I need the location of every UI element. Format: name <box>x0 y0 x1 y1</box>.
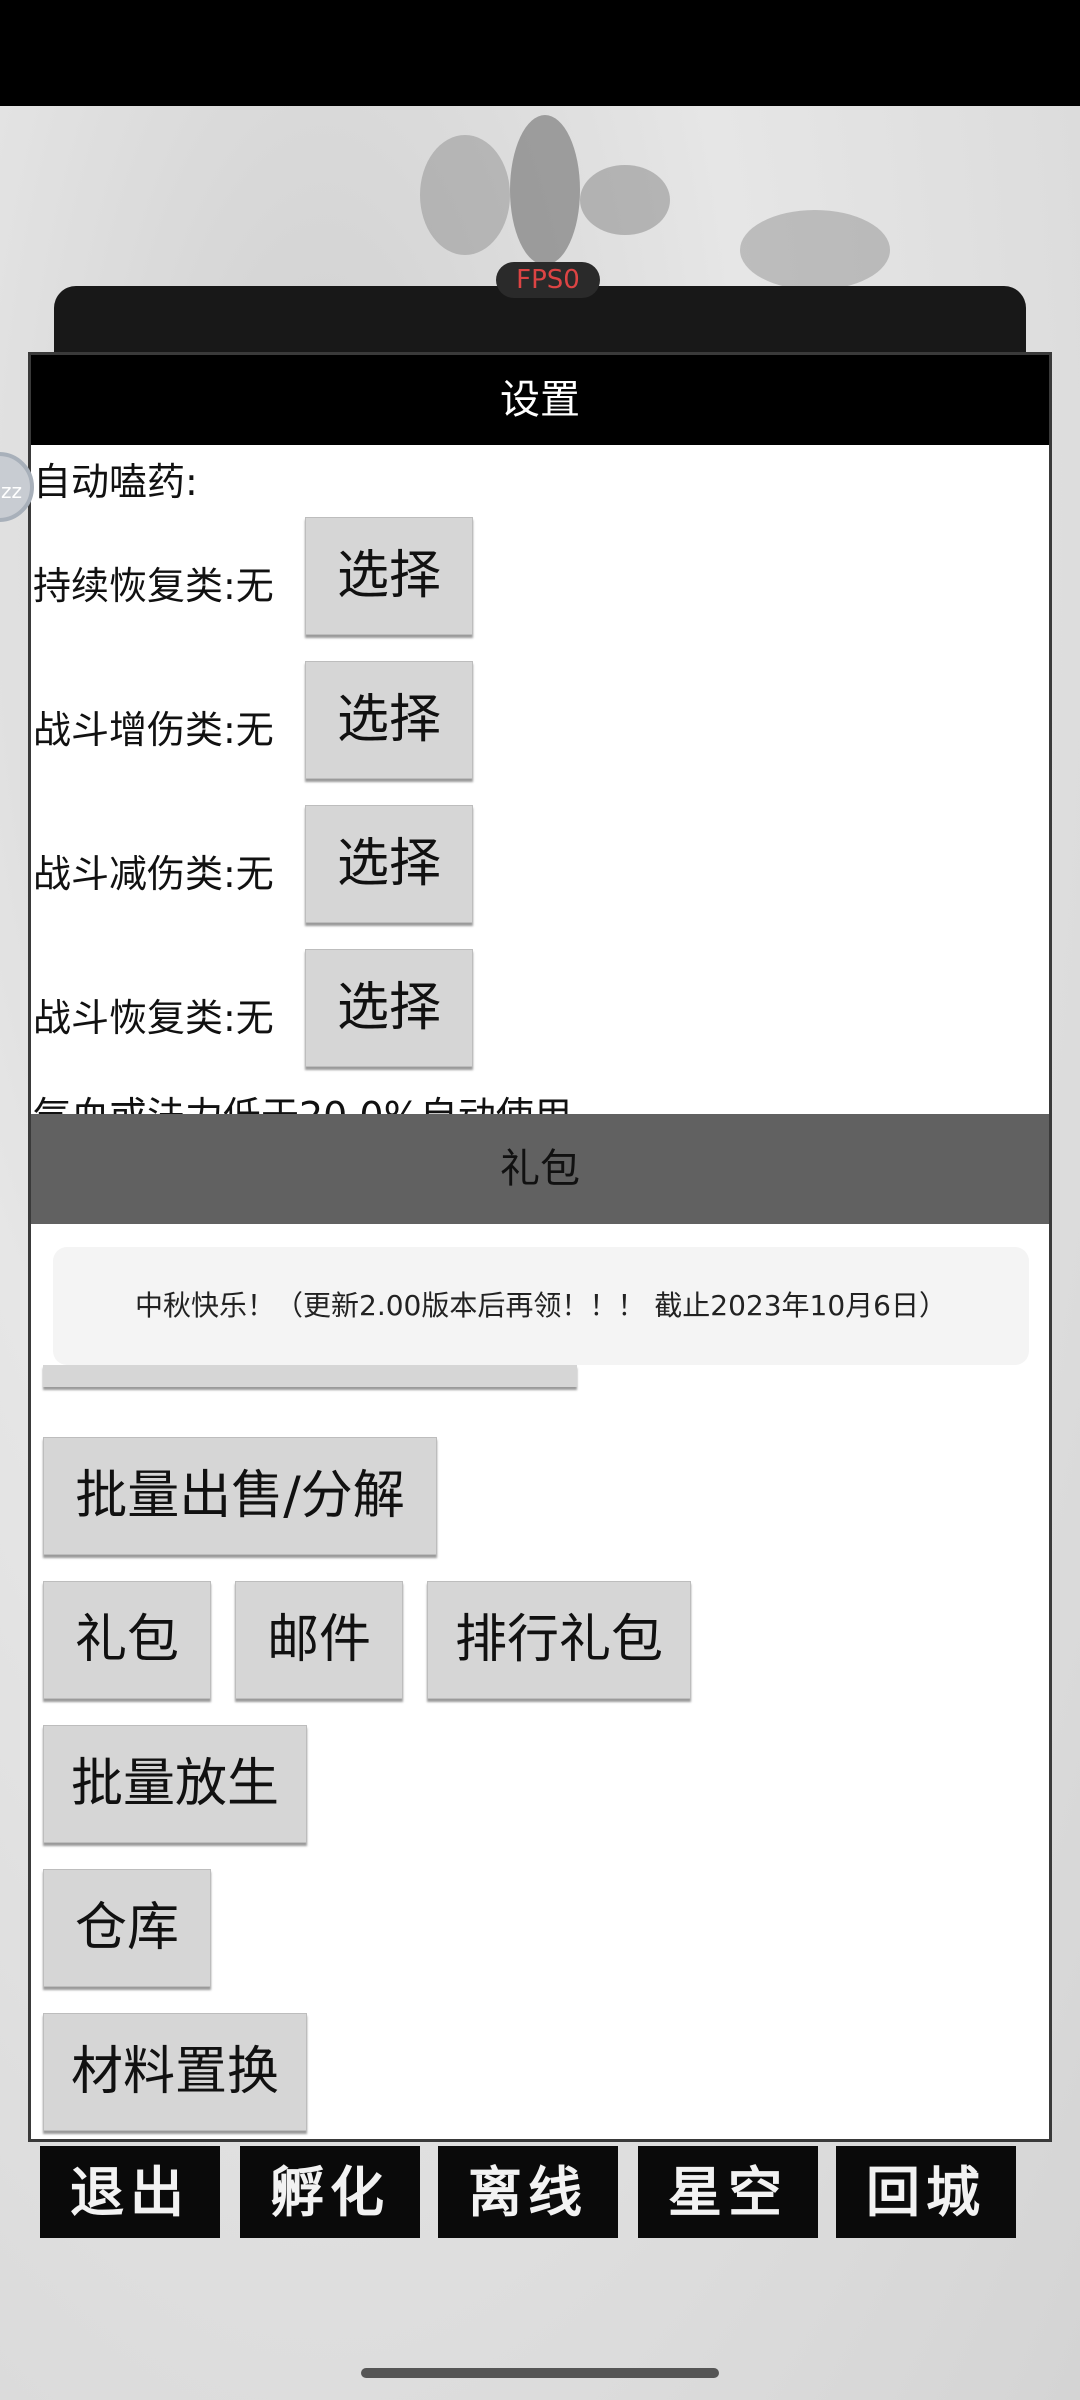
select-combat-recovery-button[interactable]: 选择 <box>305 949 473 1067</box>
exit-button[interactable]: 退出 <box>40 2146 220 2238</box>
hatch-button[interactable]: 孵化 <box>240 2146 420 2238</box>
partial-button[interactable] <box>43 1365 577 1387</box>
offline-button[interactable]: 离线 <box>438 2146 618 2238</box>
bottom-nav: 退出 孵化 离线 星空 回城 <box>40 2146 1040 2242</box>
combat-recovery-label: 战斗恢复类:无 <box>33 996 274 1040</box>
combat-damage-reduction-label: 战斗减伤类:无 <box>33 852 274 896</box>
batch-release-button[interactable]: 批量放生 <box>43 1725 307 1843</box>
home-indicator[interactable] <box>361 2368 719 2378</box>
combat-damage-boost-label: 战斗增伤类:无 <box>33 708 274 752</box>
auto-potion-label: 自动嗑药: <box>33 460 198 504</box>
select-continuous-recovery-button[interactable]: 选择 <box>305 517 473 635</box>
settings-panel: 设置 自动嗑药: 持续恢复类:无 选择 战斗增伤类:无 选择 战斗减伤类:无 选… <box>28 352 1052 2142</box>
batch-sell-button[interactable]: 批量出售/分解 <box>43 1437 437 1555</box>
continuous-recovery-label: 持续恢复类:无 <box>33 564 274 608</box>
select-combat-damage-reduction-button[interactable]: 选择 <box>305 805 473 923</box>
select-combat-damage-boost-button[interactable]: 选择 <box>305 661 473 779</box>
settings-title: 设置 <box>31 355 1049 445</box>
gift-button[interactable]: 礼包 <box>43 1581 211 1699</box>
gift-header: 礼包 <box>31 1114 1049 1224</box>
ink-splash <box>740 210 890 290</box>
mail-button[interactable]: 邮件 <box>235 1581 403 1699</box>
gift-notice: 中秋快乐！（更新2.00版本后再领！！！ 截止2023年10月6日） <box>53 1247 1029 1365</box>
status-bar <box>0 0 1080 106</box>
warehouse-button[interactable]: 仓库 <box>43 1869 211 1987</box>
fps-counter: FPS0 <box>496 262 600 298</box>
town-button[interactable]: 回城 <box>836 2146 1016 2238</box>
rank-gift-button[interactable]: 排行礼包 <box>427 1581 691 1699</box>
starry-button[interactable]: 星空 <box>638 2146 818 2238</box>
material-swap-button[interactable]: 材料置换 <box>43 2013 307 2131</box>
